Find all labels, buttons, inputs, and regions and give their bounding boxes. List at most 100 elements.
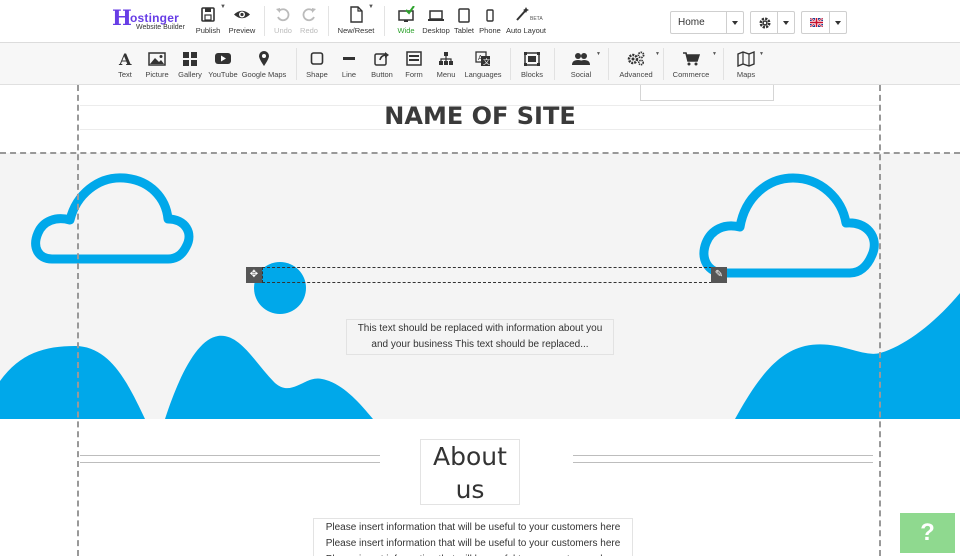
tool-blocks[interactable]: Blocks bbox=[518, 50, 546, 79]
divider bbox=[723, 48, 724, 80]
shape-icon bbox=[310, 52, 324, 65]
undo-label: Undo bbox=[274, 26, 292, 35]
uk-flag-icon bbox=[810, 18, 823, 27]
phone-icon bbox=[486, 9, 494, 22]
tool-advanced-label: Advanced bbox=[619, 70, 653, 79]
page-select[interactable]: Home bbox=[670, 11, 744, 34]
tool-gallery[interactable]: Gallery bbox=[176, 50, 204, 79]
sitemap-icon bbox=[439, 52, 453, 65]
divider bbox=[296, 48, 297, 80]
gallery-icon bbox=[183, 52, 197, 66]
youtube-icon bbox=[215, 53, 231, 64]
gear-icon bbox=[759, 17, 771, 29]
monitor-wide-icon bbox=[398, 6, 415, 22]
advanced-caret-icon: ▼ bbox=[655, 51, 660, 57]
button-share-icon bbox=[374, 52, 389, 66]
desktop-label: Desktop bbox=[422, 26, 450, 35]
tool-menu[interactable]: Menu bbox=[433, 50, 459, 79]
tool-youtube-label: YouTube bbox=[208, 70, 238, 79]
tool-advanced[interactable]: ▼ Advanced bbox=[618, 50, 660, 79]
divider bbox=[554, 48, 555, 80]
divider bbox=[608, 48, 609, 80]
hostinger-logo[interactable]: H ostinger Website Builder bbox=[112, 5, 192, 34]
wide-label: Wide bbox=[397, 26, 415, 35]
tool-text[interactable]: A Text bbox=[114, 50, 136, 79]
editor-canvas[interactable]: NAME OF SITE ✥ ✎ This text should be rep… bbox=[0, 85, 960, 556]
save-icon bbox=[201, 7, 215, 22]
info-text-box[interactable]: Please insert information that will be u… bbox=[313, 518, 633, 556]
tablet-icon bbox=[458, 8, 470, 23]
language-dropdown[interactable] bbox=[801, 11, 847, 34]
hero-section[interactable]: ✥ ✎ This text should be replaced with in… bbox=[0, 153, 960, 419]
gears-icon bbox=[627, 51, 645, 66]
about-title[interactable]: About us bbox=[420, 439, 520, 505]
elements-toolbar: A Text Picture Gallery YouTube Google Ma… bbox=[0, 43, 960, 85]
hero-illustration bbox=[0, 173, 960, 419]
middle-mountain-shape bbox=[165, 335, 373, 419]
tool-maps-label: Maps bbox=[736, 70, 756, 79]
publish-caret-icon[interactable]: ▼ bbox=[220, 4, 226, 10]
right-cloud-shape bbox=[699, 173, 879, 278]
tool-button[interactable]: Button bbox=[368, 50, 396, 79]
help-button[interactable]: ? bbox=[900, 513, 955, 553]
about-right-divider[interactable] bbox=[573, 455, 873, 463]
new-reset-caret-icon[interactable]: ▼ bbox=[368, 4, 374, 10]
divider bbox=[384, 6, 385, 36]
tablet-view-button[interactable]: Tablet bbox=[452, 6, 476, 35]
tool-shape[interactable]: Shape bbox=[305, 50, 329, 79]
publish-button[interactable]: Publish bbox=[195, 6, 221, 35]
chevron-down-icon bbox=[829, 12, 846, 33]
move-handle-icon[interactable]: ✥ bbox=[246, 267, 262, 283]
tool-line[interactable]: Line bbox=[338, 50, 360, 79]
tool-text-label: Text bbox=[118, 70, 132, 79]
tool-social[interactable]: ▼ Social bbox=[567, 50, 601, 79]
tool-button-label: Button bbox=[371, 70, 393, 79]
redo-label: Redo bbox=[300, 26, 318, 35]
preview-button[interactable]: Preview bbox=[228, 6, 256, 35]
logo-subtitle: Website Builder bbox=[136, 24, 185, 31]
tool-languages[interactable]: A文 Languages bbox=[463, 50, 503, 79]
tool-maps[interactable]: ▼ Maps bbox=[734, 50, 764, 79]
new-reset-button[interactable]: New/Reset bbox=[336, 6, 376, 35]
settings-dropdown[interactable] bbox=[750, 11, 795, 34]
header-placeholder-box[interactable] bbox=[640, 85, 774, 101]
folded-map-icon bbox=[737, 50, 755, 67]
selected-text-box[interactable] bbox=[262, 267, 712, 283]
tool-picture[interactable]: Picture bbox=[143, 50, 171, 79]
preview-label: Preview bbox=[228, 26, 256, 35]
right-guide-dashed bbox=[879, 85, 881, 556]
tool-form[interactable]: Form bbox=[402, 50, 426, 79]
edit-pencil-icon[interactable]: ✎ bbox=[711, 267, 727, 283]
divider bbox=[663, 48, 664, 80]
tool-google-maps[interactable]: Google Maps bbox=[241, 50, 287, 79]
eye-icon bbox=[234, 10, 250, 19]
top-bar: H ostinger Website Builder Publish ▼ Pre… bbox=[0, 0, 960, 43]
chevron-down-icon bbox=[726, 12, 743, 33]
left-cloud-shape bbox=[31, 173, 194, 264]
chevron-down-icon bbox=[777, 12, 794, 33]
logo-word: ostinger bbox=[130, 11, 179, 25]
svg-text:A: A bbox=[118, 50, 132, 67]
left-guide-dashed bbox=[77, 85, 79, 556]
tool-picture-label: Picture bbox=[145, 70, 169, 79]
tool-blocks-label: Blocks bbox=[520, 70, 544, 79]
tool-commerce[interactable]: ▼ Commerce bbox=[671, 50, 717, 79]
tool-gallery-label: Gallery bbox=[178, 70, 202, 79]
undo-button[interactable]: Undo bbox=[272, 6, 294, 35]
site-title[interactable]: NAME OF SITE bbox=[0, 102, 960, 130]
phone-view-button[interactable]: Phone bbox=[478, 6, 502, 35]
desktop-view-button[interactable]: Desktop bbox=[421, 6, 451, 35]
text-icon: A bbox=[118, 50, 132, 67]
auto-layout-label: Auto Layout bbox=[505, 26, 547, 35]
form-icon bbox=[406, 51, 422, 66]
about-left-divider[interactable] bbox=[80, 455, 380, 463]
tool-google-maps-label: Google Maps bbox=[241, 70, 287, 79]
page-select-value: Home bbox=[678, 17, 705, 28]
hero-text-box[interactable]: This text should be replaced with inform… bbox=[346, 319, 614, 355]
picture-icon bbox=[148, 52, 166, 66]
new-document-icon bbox=[350, 6, 363, 23]
tool-youtube[interactable]: YouTube bbox=[207, 50, 239, 79]
left-hill-shape bbox=[0, 346, 145, 419]
wide-view-button[interactable]: Wide bbox=[394, 6, 418, 35]
redo-button[interactable]: Redo bbox=[298, 6, 320, 35]
